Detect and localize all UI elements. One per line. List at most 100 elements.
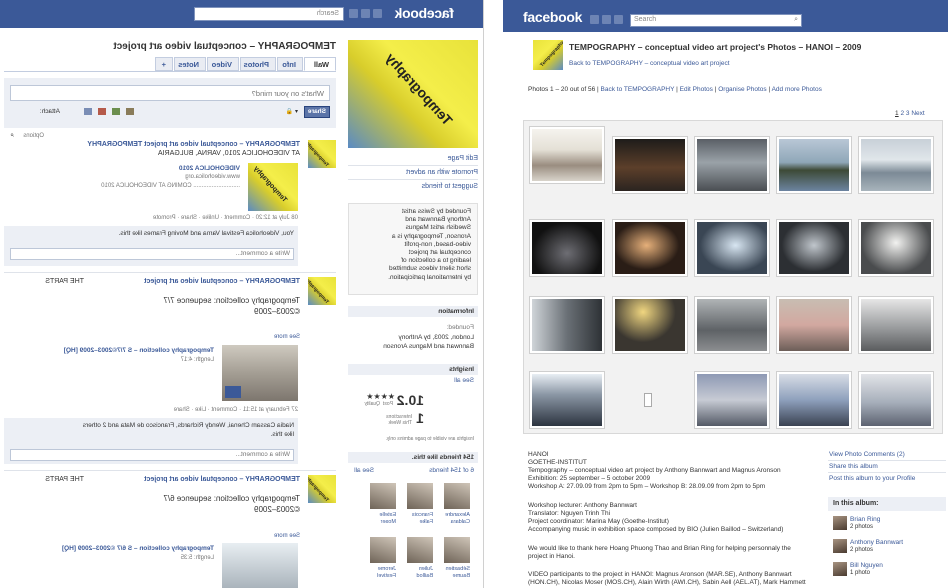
photo-thumbnail[interactable] — [529, 219, 605, 277]
video-title[interactable]: Tempography collection – S 7/7©2003–2009… — [64, 347, 214, 354]
photo-thumbnail[interactable] — [694, 136, 770, 194]
back-to-page-link[interactable]: Back to TEMPOGRAPHY – conceptual video a… — [569, 60, 730, 67]
edit-page-link[interactable]: Edit Page — [448, 155, 478, 162]
search-input[interactable]: Search ⌕ — [630, 14, 802, 27]
photo-thumbnail[interactable] — [776, 219, 852, 277]
next-page-link[interactable]: Next — [911, 110, 924, 117]
photo-thumbnail[interactable] — [694, 219, 770, 277]
photo-thumbnail[interactable] — [612, 296, 688, 354]
post-likes[interactable]: Nadia Cassam Chenai, Wendy Richards, Fra… — [83, 422, 294, 429]
friend-photo[interactable] — [444, 537, 470, 563]
event-attach-icon[interactable] — [112, 108, 120, 115]
view-photo-comments-link[interactable]: View Photo Comments (2) — [829, 451, 905, 458]
comment-input[interactable]: Write a comment... — [10, 449, 294, 461]
photo-thumbnail[interactable] — [529, 296, 605, 354]
event-image[interactable]: Tempography — [248, 163, 298, 211]
facebook-logo[interactable]: facebook — [523, 9, 582, 25]
event-title[interactable]: VIDEOHOLICA 2010 — [179, 165, 240, 172]
tab-info[interactable]: Info — [277, 57, 303, 71]
back-to-tempography-link[interactable]: Back to TEMPOGRAPHY — [601, 86, 675, 93]
friend-photo[interactable] — [407, 483, 433, 509]
post-author-avatar[interactable]: Tempography — [308, 277, 336, 305]
friend-name[interactable]: Alexandre — [445, 512, 470, 518]
notifications-icon[interactable] — [614, 15, 623, 24]
post-author[interactable]: TEMPOGRAPHY – conceptual video art proje… — [144, 278, 300, 285]
photo-thumbnail[interactable] — [858, 219, 934, 277]
video-attach-icon[interactable] — [98, 108, 106, 115]
photo-thumbnail[interactable] — [776, 136, 852, 194]
photo-thumbnail[interactable] — [858, 371, 934, 429]
photo-thumbnail[interactable] — [694, 296, 770, 354]
options-link[interactable]: Options — [23, 133, 44, 139]
friend-name[interactable]: Francois — [412, 512, 433, 518]
tab-add[interactable]: + — [155, 57, 173, 71]
add-more-photos-link[interactable]: Add more Photos — [772, 86, 822, 93]
status-input[interactable]: What's on your mind? — [10, 85, 330, 101]
person-name[interactable]: Bill Nguyen — [850, 562, 883, 569]
photo-thumbnail[interactable] — [858, 296, 934, 354]
share-album-link[interactable]: Share this album — [829, 463, 878, 470]
friend-photo[interactable] — [444, 483, 470, 509]
privacy-lock-icon[interactable]: ▾ 🔒 — [286, 108, 298, 115]
notifications-icon[interactable] — [349, 9, 358, 18]
friend-name[interactable]: Estelle — [379, 512, 396, 518]
see-more-link[interactable]: See more — [274, 334, 300, 340]
person-avatar[interactable] — [833, 562, 847, 576]
person-name[interactable]: Brian Ring — [850, 516, 880, 523]
video-title[interactable]: Tempography collection – S 6/7 ©2003–200… — [62, 545, 214, 552]
facebook-logo[interactable]: facebook — [395, 5, 454, 21]
promote-advert-link[interactable]: Promote with an advert — [406, 169, 478, 176]
profile-picture[interactable]: Tempography — [348, 40, 478, 148]
page-1[interactable]: 1 — [895, 110, 899, 117]
friend-name[interactable]: Falke — [420, 519, 433, 525]
friend-name[interactable]: Jerome — [378, 566, 396, 572]
play-icon[interactable] — [225, 386, 241, 398]
friends-see-all[interactable]: See all — [354, 467, 374, 474]
tab-wall[interactable]: Wall — [304, 57, 336, 71]
friend-name[interactable]: Festivel — [377, 573, 396, 579]
person-name[interactable]: Anthony Bannwart — [850, 539, 903, 546]
post-author-avatar[interactable]: Tempography — [308, 140, 336, 168]
see-more-link[interactable]: See more — [274, 533, 300, 539]
friend-name[interactable]: Moser — [381, 519, 396, 525]
person-avatar[interactable] — [833, 516, 847, 530]
search-input[interactable]: Search — [194, 7, 344, 21]
friend-photo[interactable] — [407, 537, 433, 563]
organise-photos-link[interactable]: Organise Photos — [718, 86, 766, 93]
photo-thumbnail[interactable] — [612, 136, 688, 194]
friend-name[interactable]: Baillod — [416, 573, 433, 579]
page-2[interactable]: 2 — [900, 110, 904, 117]
photo-thumbnail[interactable] — [529, 126, 605, 184]
friend-photo[interactable] — [370, 483, 396, 509]
suggest-friends-link[interactable]: Suggest to friends — [422, 183, 478, 190]
photo-thumbnail-loading[interactable] — [612, 371, 688, 429]
tab-photos[interactable]: Photos — [240, 57, 276, 71]
photo-thumbnail[interactable] — [529, 371, 605, 429]
video-thumbnail[interactable] — [222, 543, 298, 588]
friend-name[interactable]: Julien — [419, 566, 433, 572]
search-icon[interactable]: ⌕ — [794, 16, 798, 24]
tab-notes[interactable]: Notes — [174, 57, 206, 71]
messages-icon[interactable] — [361, 9, 370, 18]
photo-thumbnail[interactable] — [776, 371, 852, 429]
album-owner-avatar[interactable]: Tempography — [533, 40, 563, 70]
photo-thumbnail[interactable] — [858, 136, 934, 194]
post-author[interactable]: TEMPOGRAPHY – conceptual video art proje… — [144, 476, 300, 483]
friend-name[interactable]: Caldara — [451, 519, 470, 525]
link-attach-icon[interactable] — [126, 108, 134, 115]
friends-count[interactable]: 6 of 154 friends — [429, 467, 474, 474]
insights-see-all[interactable]: See all — [454, 377, 474, 384]
post-album-to-profile-link[interactable]: Post this album to your Profile — [829, 475, 915, 482]
tab-video[interactable]: Video — [207, 57, 239, 71]
photo-thumbnail[interactable] — [612, 219, 688, 277]
post-author-avatar[interactable]: Tempography — [308, 475, 336, 503]
friend-name[interactable]: Sébastien — [446, 566, 470, 572]
photo-thumbnail[interactable] — [776, 296, 852, 354]
video-thumbnail[interactable] — [222, 345, 298, 401]
messages-icon[interactable] — [602, 15, 611, 24]
photo-attach-icon[interactable] — [84, 108, 92, 115]
photo-thumbnail[interactable] — [694, 371, 770, 429]
post-likes[interactable]: like this. — [271, 431, 294, 438]
page-3[interactable]: 3 — [906, 110, 910, 117]
person-avatar[interactable] — [833, 539, 847, 553]
